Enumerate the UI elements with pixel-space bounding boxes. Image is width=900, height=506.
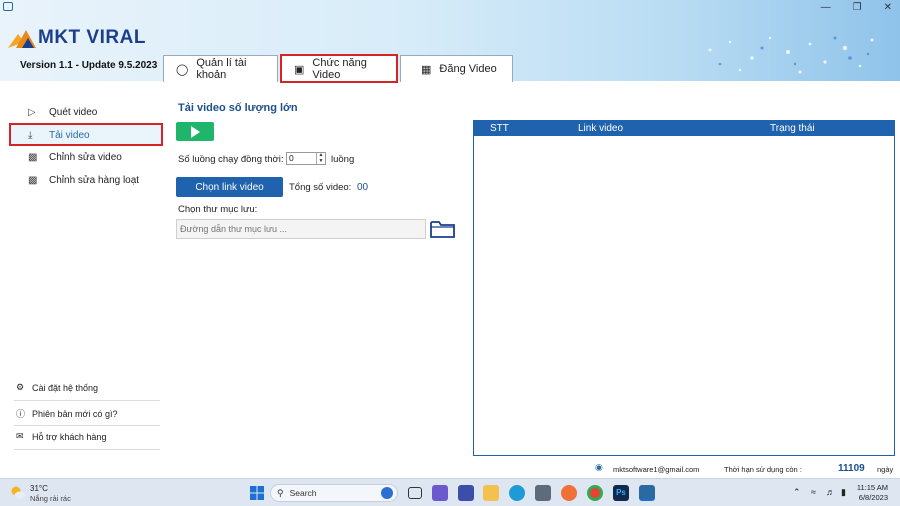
task-view-icon[interactable] [408, 487, 422, 499]
bing-icon [381, 487, 393, 499]
image-upload-icon: ▦ [421, 63, 432, 76]
total-videos-value: 00 [357, 182, 369, 193]
wifi-icon[interactable]: ≈ [811, 487, 816, 497]
app-name: MKT VIRAL [38, 27, 146, 48]
system-settings-link[interactable]: ⚙ Cài đặt hệ thống [16, 382, 160, 393]
minimize-icon[interactable]: — [821, 2, 831, 13]
bottom-item-label: Hỗ trợ khách hàng [32, 431, 107, 442]
clock-time: 11:15 AM [856, 483, 888, 492]
expiry-label: Thời hạn sử dụng còn : [724, 465, 802, 474]
account-email: mktsoftware1@gmail.com [613, 465, 700, 474]
tab-video-functions[interactable]: ▣ Chức năng Video [280, 54, 398, 83]
video-screen-icon: ▣ [294, 63, 305, 76]
total-videos-label: Tổng số video: [289, 182, 352, 193]
threads-stepper[interactable]: 0 ▲ ▼ [286, 152, 326, 165]
folder-path-input[interactable] [176, 219, 426, 239]
folder-icon[interactable] [430, 219, 455, 239]
taskbar-search[interactable]: ⚲ Search [270, 484, 398, 502]
tab-account-management[interactable]: ◯ Quản lí tài khoản [163, 55, 278, 82]
download-icon: ⤓ [28, 129, 33, 141]
partly-sunny-icon[interactable] [10, 485, 26, 499]
sidebar-item-label: Quét video [49, 106, 98, 118]
edge-icon[interactable] [509, 485, 525, 501]
tab-label: Chức năng Video [312, 57, 367, 81]
monitor-batch-icon: ▩ [28, 174, 38, 186]
store-icon[interactable] [535, 485, 551, 501]
divider [14, 449, 160, 450]
chrome-icon[interactable] [587, 485, 603, 501]
mkt-viral-taskbar-icon[interactable] [639, 485, 655, 501]
chevron-up-icon[interactable]: ⌃ [793, 487, 801, 498]
user-circle-icon: ◯ [176, 63, 189, 76]
sidebar-item-download-video[interactable]: ⤓ Tải video [28, 126, 90, 144]
column-header-status: Trạng thái [770, 123, 815, 134]
monitor-edit-icon: ▩ [28, 151, 38, 163]
network-decoration [708, 36, 874, 74]
chat-icon: ✉ [16, 431, 24, 441]
tab-label: Quản lí tài khoản [196, 57, 247, 81]
app-logo: MKT VIRAL [8, 27, 146, 49]
clock-date: 6/8/2023 [858, 493, 888, 502]
column-header-stt: STT [490, 123, 509, 134]
gear-icon: ⚙ [16, 382, 25, 392]
volume-icon[interactable]: ♬ [826, 487, 835, 497]
video-screen-icon: ▷ [28, 106, 36, 118]
search-label: Search [289, 488, 317, 498]
tab-post-video[interactable]: ▦ Đăng Video [400, 55, 513, 82]
expiry-days: 11109 [838, 463, 865, 474]
whats-new-link[interactable]: ⓘ Phiên bản mới có gì? [16, 407, 160, 420]
windows-taskbar: 31°C Nắng rải rác ⚲ Search Ps ⌃ ≈ ♬ ▮ 11… [0, 478, 900, 506]
table-header: STT Link video Trạng thái [474, 121, 894, 136]
search-icon: ⚲ [277, 487, 284, 498]
video-table: STT Link video Trạng thái [473, 120, 895, 456]
sidebar-item-batch-edit[interactable]: ▩ Chỉnh sửa hàng loạt [28, 171, 139, 189]
threads-unit: luồng [331, 154, 355, 165]
window-controls: — ❐ ✕ [821, 2, 892, 13]
version-label: Version 1.1 - Update 9.5.2023 [20, 60, 158, 71]
weather-temperature: 31°C [30, 484, 48, 493]
bottom-item-label: Phiên bản mới có gì? [32, 408, 118, 419]
stepper-arrows[interactable]: ▲ ▼ [316, 152, 325, 164]
threads-label: Số luồng chạy đồng thời: [178, 154, 284, 165]
photoshop-icon[interactable]: Ps [613, 485, 629, 501]
expiry-unit: ngày [877, 465, 894, 474]
sidebar-item-edit-video[interactable]: ▩ Chỉnh sửa video [28, 148, 122, 166]
sidebar-item-label: Chỉnh sửa hàng loạt [49, 174, 140, 186]
tab-label: Đăng Video [439, 63, 497, 75]
threads-value: 0 [289, 153, 294, 163]
app-icon [3, 2, 13, 11]
bottom-item-label: Cài đặt hệ thống [32, 382, 99, 393]
firefox-icon[interactable] [561, 485, 577, 501]
app-icon[interactable] [458, 485, 474, 501]
close-icon[interactable]: ✕ [884, 2, 892, 13]
maximize-icon[interactable]: ❐ [853, 2, 862, 13]
choose-link-button[interactable]: Chọn link video [176, 177, 283, 197]
customer-support-link[interactable]: ✉ Hỗ trợ khách hàng [16, 431, 160, 442]
sidebar-item-label: Tải video [49, 129, 90, 141]
divider [14, 425, 160, 426]
folder-label: Chọn thư mục lưu: [178, 204, 258, 215]
file-explorer-icon[interactable] [483, 485, 499, 501]
sidebar-item-label: Chỉnh sửa video [49, 151, 122, 163]
column-header-link: Link video [578, 123, 624, 134]
email-icon: ◉ [595, 462, 603, 472]
weather-description: Nắng rải rác [30, 494, 71, 503]
info-icon: ⓘ [16, 409, 26, 419]
section-title: Tải video số lượng lớn [178, 102, 298, 114]
divider [14, 400, 160, 401]
play-icon [190, 125, 200, 138]
sidebar-item-scan-video[interactable]: ▷ Quét video [28, 103, 97, 121]
teams-icon[interactable] [432, 485, 448, 501]
windows-start-icon[interactable] [249, 485, 265, 501]
logo-mark-icon [8, 30, 36, 48]
battery-icon[interactable]: ▮ [841, 487, 846, 498]
start-button[interactable] [176, 122, 214, 141]
taskbar-clock[interactable]: 11:15 AM 6/8/2023 [857, 483, 888, 503]
